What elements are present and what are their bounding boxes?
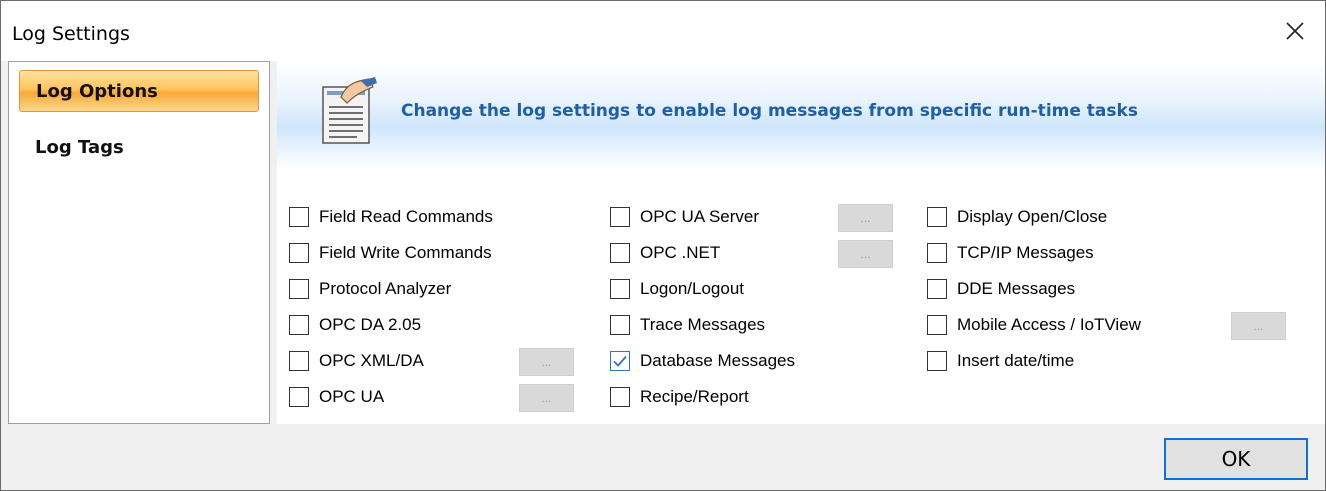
- option-opc-ua[interactable]: OPC UA: [289, 385, 384, 409]
- checkbox[interactable]: [289, 279, 309, 299]
- checkbox[interactable]: [289, 207, 309, 227]
- option-label: OPC .NET: [640, 243, 721, 262]
- opc-ua-settings-button[interactable]: ...: [519, 384, 574, 412]
- option-label: DDE Messages: [957, 279, 1076, 298]
- checkbox[interactable]: [927, 243, 947, 263]
- option-opc-net[interactable]: OPC .NET: [610, 241, 720, 265]
- option-database-messages[interactable]: Database Messages: [610, 349, 795, 373]
- title-bar: Log Settings: [1, 1, 1325, 61]
- checkbox[interactable]: [289, 315, 309, 335]
- sidebar-item-log-options[interactable]: Log Options: [19, 70, 259, 112]
- checkbox[interactable]: [289, 243, 309, 263]
- option-label: Display Open/Close: [957, 207, 1108, 226]
- option-label: Database Messages: [640, 351, 795, 370]
- opc-xml-da-settings-button[interactable]: ...: [519, 348, 574, 376]
- checkbox[interactable]: [927, 279, 947, 299]
- option-label: OPC XML/DA: [319, 351, 424, 370]
- opc-ua-server-settings-button[interactable]: ...: [838, 204, 893, 232]
- checkmark-icon: [613, 355, 627, 367]
- option-label: Protocol Analyzer: [319, 279, 452, 298]
- option-label: OPC DA 2.05: [319, 315, 422, 334]
- option-protocol-analyzer[interactable]: Protocol Analyzer: [289, 277, 451, 301]
- option-label: Field Write Commands: [319, 243, 492, 262]
- option-field-read-commands[interactable]: Field Read Commands: [289, 205, 493, 229]
- sidebar-item-label: Log Options: [36, 81, 158, 102]
- checkbox[interactable]: [289, 351, 309, 371]
- checkbox[interactable]: [610, 315, 630, 335]
- sidebar: Log Options Log Tags: [8, 61, 270, 424]
- option-label: Recipe/Report: [640, 387, 749, 406]
- checkbox[interactable]: [610, 207, 630, 227]
- option-field-write-commands[interactable]: Field Write Commands: [289, 241, 492, 265]
- header-banner: Change the log settings to enable log me…: [277, 61, 1325, 171]
- option-dde-messages[interactable]: DDE Messages: [927, 277, 1075, 301]
- checkbox[interactable]: [927, 351, 947, 371]
- banner-text: Change the log settings to enable log me…: [401, 101, 1138, 121]
- sidebar-item-log-tags[interactable]: Log Tags: [19, 127, 259, 169]
- option-label: OPC UA Server: [640, 207, 760, 226]
- opc-net-settings-button[interactable]: ...: [838, 240, 893, 268]
- sidebar-item-label: Log Tags: [35, 137, 124, 158]
- option-trace-messages[interactable]: Trace Messages: [610, 313, 765, 337]
- checkbox[interactable]: [610, 279, 630, 299]
- checkbox[interactable]: [927, 315, 947, 335]
- checkbox[interactable]: [610, 243, 630, 263]
- checkbox[interactable]: [289, 387, 309, 407]
- checkbox[interactable]: [610, 387, 630, 407]
- notepad-pen-icon: [322, 77, 377, 144]
- option-opc-xml-da[interactable]: OPC XML/DA: [289, 349, 424, 373]
- options-panel: Change the log settings to enable log me…: [277, 61, 1325, 424]
- mobile-access-settings-button[interactable]: ...: [1231, 312, 1286, 340]
- option-mobile-access-iotview[interactable]: Mobile Access / IoTView: [927, 313, 1141, 337]
- option-tcp-ip-messages[interactable]: TCP/IP Messages: [927, 241, 1094, 265]
- option-label: Trace Messages: [640, 315, 766, 334]
- option-opc-da[interactable]: OPC DA 2.05: [289, 313, 421, 337]
- option-label: TCP/IP Messages: [957, 243, 1094, 262]
- option-insert-date-time[interactable]: Insert date/time: [927, 349, 1074, 373]
- option-recipe-report[interactable]: Recipe/Report: [610, 385, 749, 409]
- ok-button[interactable]: OK: [1164, 438, 1308, 480]
- checkbox[interactable]: [927, 207, 947, 227]
- checkbox-checked[interactable]: [610, 351, 630, 371]
- option-logon-logout[interactable]: Logon/Logout: [610, 277, 744, 301]
- window-title: Log Settings: [12, 23, 130, 45]
- option-label: Mobile Access / IoTView: [957, 315, 1141, 334]
- option-label: Insert date/time: [957, 351, 1075, 370]
- option-label: OPC UA: [319, 387, 385, 406]
- log-settings-dialog: Log Settings Log Options Log Tags Change…: [0, 0, 1326, 491]
- close-icon: [1286, 22, 1304, 40]
- option-label: Field Read Commands: [319, 207, 493, 226]
- option-label: Logon/Logout: [640, 279, 744, 298]
- option-opc-ua-server[interactable]: OPC UA Server: [610, 205, 759, 229]
- close-button[interactable]: [1265, 1, 1325, 61]
- option-display-open-close[interactable]: Display Open/Close: [927, 205, 1107, 229]
